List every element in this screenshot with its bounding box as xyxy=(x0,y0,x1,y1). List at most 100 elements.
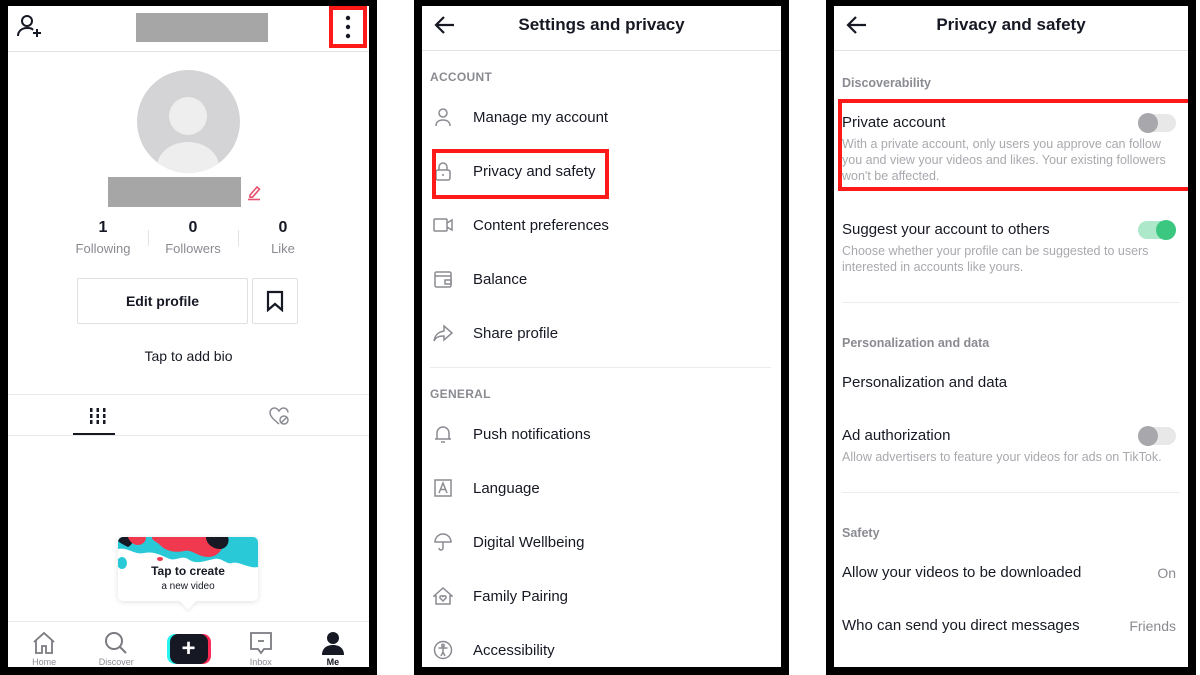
stat-following[interactable]: 1 Following xyxy=(58,218,148,258)
tooltip-subtitle: a new video xyxy=(161,581,215,592)
stat-label: Followers xyxy=(165,241,221,256)
section-header-safety: Safety xyxy=(842,526,880,540)
privacy-header: Privacy and safety xyxy=(834,6,1188,51)
stat-value: 1 xyxy=(98,219,108,236)
section-divider xyxy=(842,302,1180,303)
stat-value: 0 xyxy=(278,219,288,236)
setting-title: Allow your videos to be downloaded xyxy=(842,564,1082,581)
profile-tabs xyxy=(8,394,369,436)
display-name-redacted xyxy=(108,177,241,207)
home-icon xyxy=(33,631,55,654)
grid-icon xyxy=(90,407,106,424)
username-redacted xyxy=(136,13,268,42)
profile-stats: 1 Following 0 Followers 0 Like xyxy=(58,218,328,258)
section-header-personalization: Personalization and data xyxy=(842,336,990,350)
highlight-box xyxy=(432,149,609,199)
liked-hidden-icon xyxy=(268,406,289,425)
settings-item-label: Language xyxy=(473,479,540,497)
tooltip-arrow xyxy=(179,592,197,610)
person-icon xyxy=(435,108,451,127)
favorites-button[interactable] xyxy=(252,278,298,324)
nav-discover[interactable]: Discover xyxy=(80,622,152,667)
setting-allow-downloads[interactable]: Allow your videos to be downloaded On xyxy=(842,563,1180,583)
umbrella-icon xyxy=(434,533,452,551)
nav-inbox[interactable]: Inbox xyxy=(225,622,297,667)
nav-home[interactable]: Home xyxy=(8,622,80,667)
settings-item-digital-wellbeing[interactable]: Digital Wellbeing xyxy=(422,522,781,562)
profile-header xyxy=(8,6,369,52)
setting-direct-messages[interactable]: Who can send you direct messages Friends xyxy=(842,616,1180,636)
profile-screen: 1 Following 0 Followers 0 Like Edit prof… xyxy=(0,0,377,675)
section-header-general: GENERAL xyxy=(430,387,491,401)
nav-label: Me xyxy=(326,657,340,667)
stat-likes[interactable]: 0 Like xyxy=(238,218,328,258)
tab-videos[interactable] xyxy=(8,395,189,436)
setting-title: Suggest your account to others xyxy=(842,221,1050,238)
settings-item-accessibility[interactable]: Accessibility xyxy=(422,630,781,667)
more-options-button[interactable] xyxy=(329,6,367,48)
privacy-screen: Privacy and safety Discoverability Priva… xyxy=(826,0,1196,675)
more-vertical-icon xyxy=(345,15,351,39)
create-button[interactable]: + xyxy=(166,634,211,664)
avatar[interactable] xyxy=(137,70,240,173)
settings-item-label: Balance xyxy=(473,270,528,288)
video-camera-icon xyxy=(433,218,453,232)
search-icon xyxy=(105,632,128,654)
settings-screen: Settings and privacy ACCOUNT Manage my a… xyxy=(414,0,789,675)
settings-item-label: Share profile xyxy=(473,324,559,342)
add-bio-prompt[interactable]: Tap to add bio xyxy=(8,348,369,364)
section-header-discoverability: Discoverability xyxy=(842,76,931,90)
share-icon xyxy=(433,324,453,342)
stat-value: 0 xyxy=(188,219,198,236)
language-icon xyxy=(434,479,452,497)
plus-icon: + xyxy=(169,634,208,664)
settings-item-label: Manage my account xyxy=(473,108,609,126)
page-title: Settings and privacy xyxy=(518,15,685,34)
pencil-icon[interactable] xyxy=(246,183,262,201)
setting-title: Ad authorization xyxy=(842,427,951,444)
bottom-navigation: Home Discover + Inbox Me xyxy=(8,621,369,667)
tooltip-title: Tap to create xyxy=(151,564,225,578)
section-divider xyxy=(430,367,771,368)
stat-followers[interactable]: 0 Followers xyxy=(148,218,238,258)
settings-item-language[interactable]: Language xyxy=(422,468,781,508)
edit-profile-button[interactable]: Edit profile xyxy=(77,278,248,324)
settings-item-content-preferences[interactable]: Content preferences xyxy=(422,205,781,245)
house-heart-icon xyxy=(433,586,453,605)
highlight-box xyxy=(838,99,1188,191)
person-icon xyxy=(321,632,344,655)
settings-item-label: Content preferences xyxy=(473,216,609,234)
settings-item-share-profile[interactable]: Share profile xyxy=(422,313,781,353)
settings-item-push-notifications[interactable]: Push notifications xyxy=(422,414,781,454)
section-header-account: ACCOUNT xyxy=(430,70,493,84)
settings-item-balance[interactable]: Balance xyxy=(422,259,781,299)
setting-description: Choose whether your profile can be sugge… xyxy=(842,244,1149,274)
setting-suggest-account[interactable]: Suggest your account to others Choose wh… xyxy=(842,220,1180,275)
nav-label: Inbox xyxy=(249,657,272,667)
setting-value: Friends xyxy=(1129,618,1176,634)
setting-ad-authorization[interactable]: Ad authorization Allow advertisers to fe… xyxy=(842,426,1180,465)
person-add-icon[interactable] xyxy=(16,12,44,40)
stat-label: Like xyxy=(271,241,295,256)
setting-personalization-data[interactable]: Personalization and data xyxy=(842,373,1180,393)
bell-icon xyxy=(435,426,451,443)
setting-description: Allow advertisers to feature your videos… xyxy=(842,450,1162,464)
settings-item-label: Family Pairing xyxy=(473,587,569,605)
settings-header: Settings and privacy xyxy=(422,6,781,51)
nav-me[interactable]: Me xyxy=(297,622,369,667)
inbox-icon xyxy=(249,632,272,655)
nav-label: Discover xyxy=(98,657,134,667)
settings-item-manage-account[interactable]: Manage my account xyxy=(422,97,781,137)
settings-item-family-pairing[interactable]: Family Pairing xyxy=(422,576,781,616)
settings-item-label: Digital Wellbeing xyxy=(473,533,585,551)
tab-liked[interactable] xyxy=(189,395,370,436)
wallet-icon xyxy=(434,271,452,288)
settings-item-label: Push notifications xyxy=(473,425,591,443)
active-tab-indicator xyxy=(73,433,115,435)
suggest-account-toggle[interactable] xyxy=(1138,220,1176,240)
nav-create[interactable]: + xyxy=(152,622,224,667)
ad-authorization-toggle[interactable] xyxy=(1138,426,1176,446)
create-video-tooltip[interactable]: Tap to create a new video xyxy=(118,537,258,610)
accessibility-icon xyxy=(433,640,453,660)
bookmark-icon xyxy=(266,290,284,312)
